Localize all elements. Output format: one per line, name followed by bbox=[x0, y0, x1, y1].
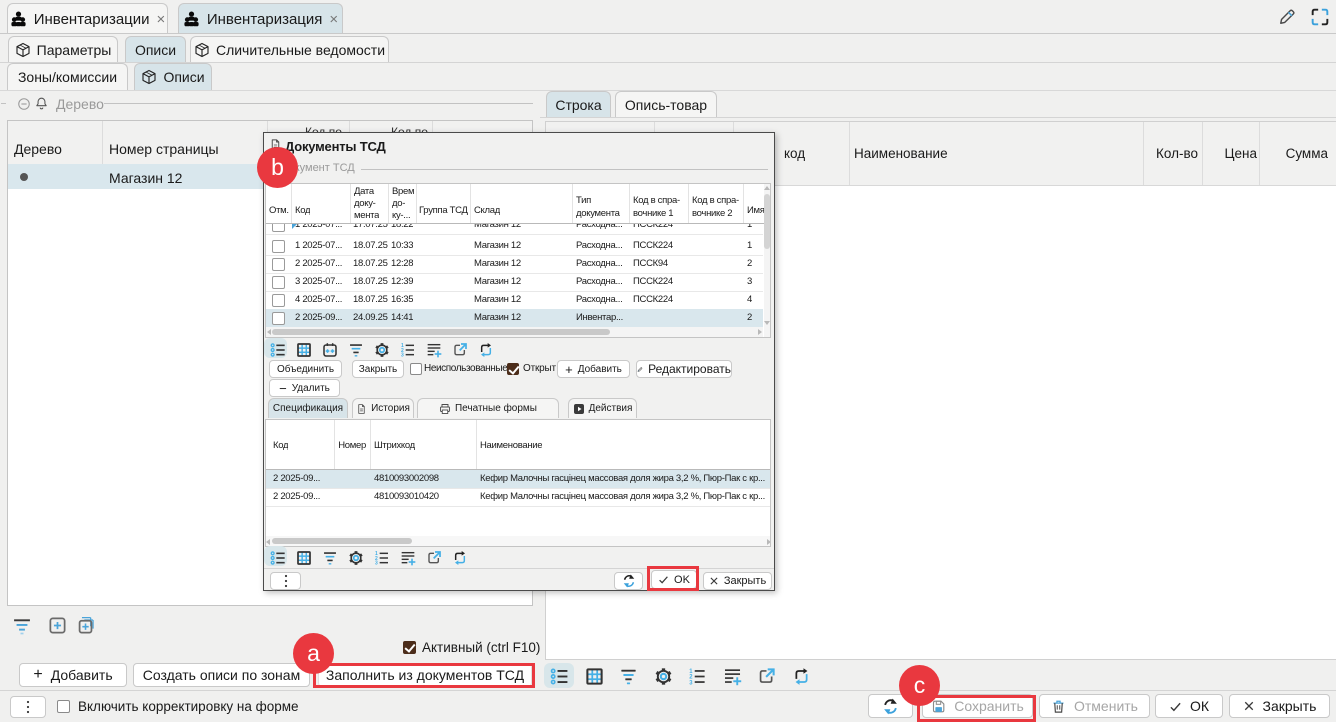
svg-text:3: 3 bbox=[689, 680, 693, 686]
svg-text:3: 3 bbox=[401, 353, 404, 358]
svg-text:3: 3 bbox=[375, 561, 378, 566]
